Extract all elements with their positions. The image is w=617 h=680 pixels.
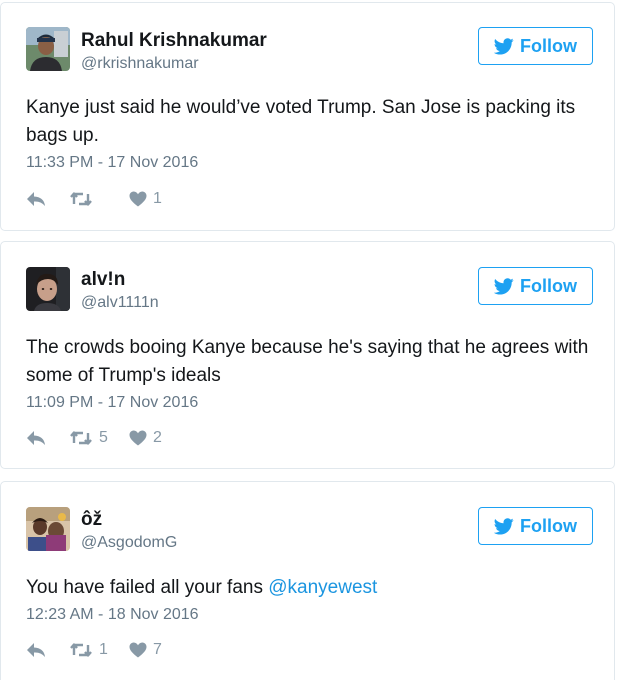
reply-button[interactable]: [26, 430, 69, 446]
avatar[interactable]: [26, 267, 70, 311]
like-count: 2: [153, 429, 162, 446]
follow-label: Follow: [520, 275, 577, 296]
tweet-actions: 5 2: [26, 427, 162, 449]
retweet-count: 1: [99, 641, 108, 658]
like-count: 1: [153, 190, 162, 207]
reply-icon: [26, 191, 46, 207]
timestamp[interactable]: 11:09 PM - 17 Nov 2016: [26, 394, 198, 412]
heart-icon: [129, 642, 147, 658]
tweet-text-content: The crowds booing Kanye because he's say…: [26, 337, 589, 386]
tweet-text: You have failed all your fans @kanyewest: [26, 574, 601, 602]
tweet-actions: 1: [26, 188, 162, 210]
bird-icon: [494, 517, 514, 535]
tweet-text: The crowds booing Kanye because he's say…: [26, 334, 601, 390]
tweet-feed: Rahul Krishnakumar @rkrishnakumar Follow…: [0, 0, 617, 680]
follow-button[interactable]: Follow: [478, 267, 593, 305]
follow-label: Follow: [520, 515, 577, 536]
like-button[interactable]: 1: [129, 190, 162, 208]
like-button[interactable]: 2: [129, 429, 162, 447]
tweet-card: alv!n @alv1111n Follow The crowds booing…: [0, 241, 615, 469]
follow-button[interactable]: Follow: [478, 27, 593, 65]
retweet-icon: [69, 191, 93, 207]
tweet-actions: 1 7: [26, 639, 162, 661]
timestamp[interactable]: 11:33 PM - 17 Nov 2016: [26, 154, 198, 172]
reply-icon: [26, 430, 46, 446]
timestamp[interactable]: 12:23 AM - 18 Nov 2016: [26, 606, 199, 624]
tweet-card: Rahul Krishnakumar @rkrishnakumar Follow…: [0, 2, 615, 231]
like-button[interactable]: 7: [129, 641, 162, 659]
reply-icon: [26, 642, 46, 658]
display-name[interactable]: ôž: [81, 509, 102, 531]
avatar[interactable]: [26, 27, 70, 71]
display-name[interactable]: alv!n: [81, 269, 125, 291]
tweet-card: ôž @AsgodomG Follow You have failed all …: [0, 481, 615, 680]
bird-icon: [494, 37, 514, 55]
avatar[interactable]: [26, 507, 70, 551]
heart-icon: [129, 430, 147, 446]
retweet-icon: [69, 642, 93, 658]
bird-icon: [494, 277, 514, 295]
like-count: 7: [153, 641, 162, 658]
retweet-button[interactable]: [69, 191, 129, 207]
heart-icon: [129, 191, 147, 207]
reply-button[interactable]: [26, 191, 69, 207]
retweet-count: 5: [99, 429, 108, 446]
retweet-icon: [69, 430, 93, 446]
reply-button[interactable]: [26, 642, 69, 658]
username[interactable]: @AsgodomG: [81, 534, 177, 552]
follow-label: Follow: [520, 35, 577, 56]
tweet-text-content: Kanye just said he would’ve voted Trump.…: [26, 97, 576, 146]
follow-button[interactable]: Follow: [478, 507, 593, 545]
tweet-text: Kanye just said he would’ve voted Trump.…: [26, 94, 601, 150]
mention-link[interactable]: @kanyewest: [268, 577, 377, 598]
retweet-button[interactable]: 5: [69, 429, 129, 447]
display-name[interactable]: Rahul Krishnakumar: [81, 30, 267, 52]
username[interactable]: @rkrishnakumar: [81, 55, 199, 73]
retweet-button[interactable]: 1: [69, 641, 129, 659]
tweet-text-content: You have failed all your fans: [26, 577, 269, 598]
username[interactable]: @alv1111n: [81, 294, 159, 312]
